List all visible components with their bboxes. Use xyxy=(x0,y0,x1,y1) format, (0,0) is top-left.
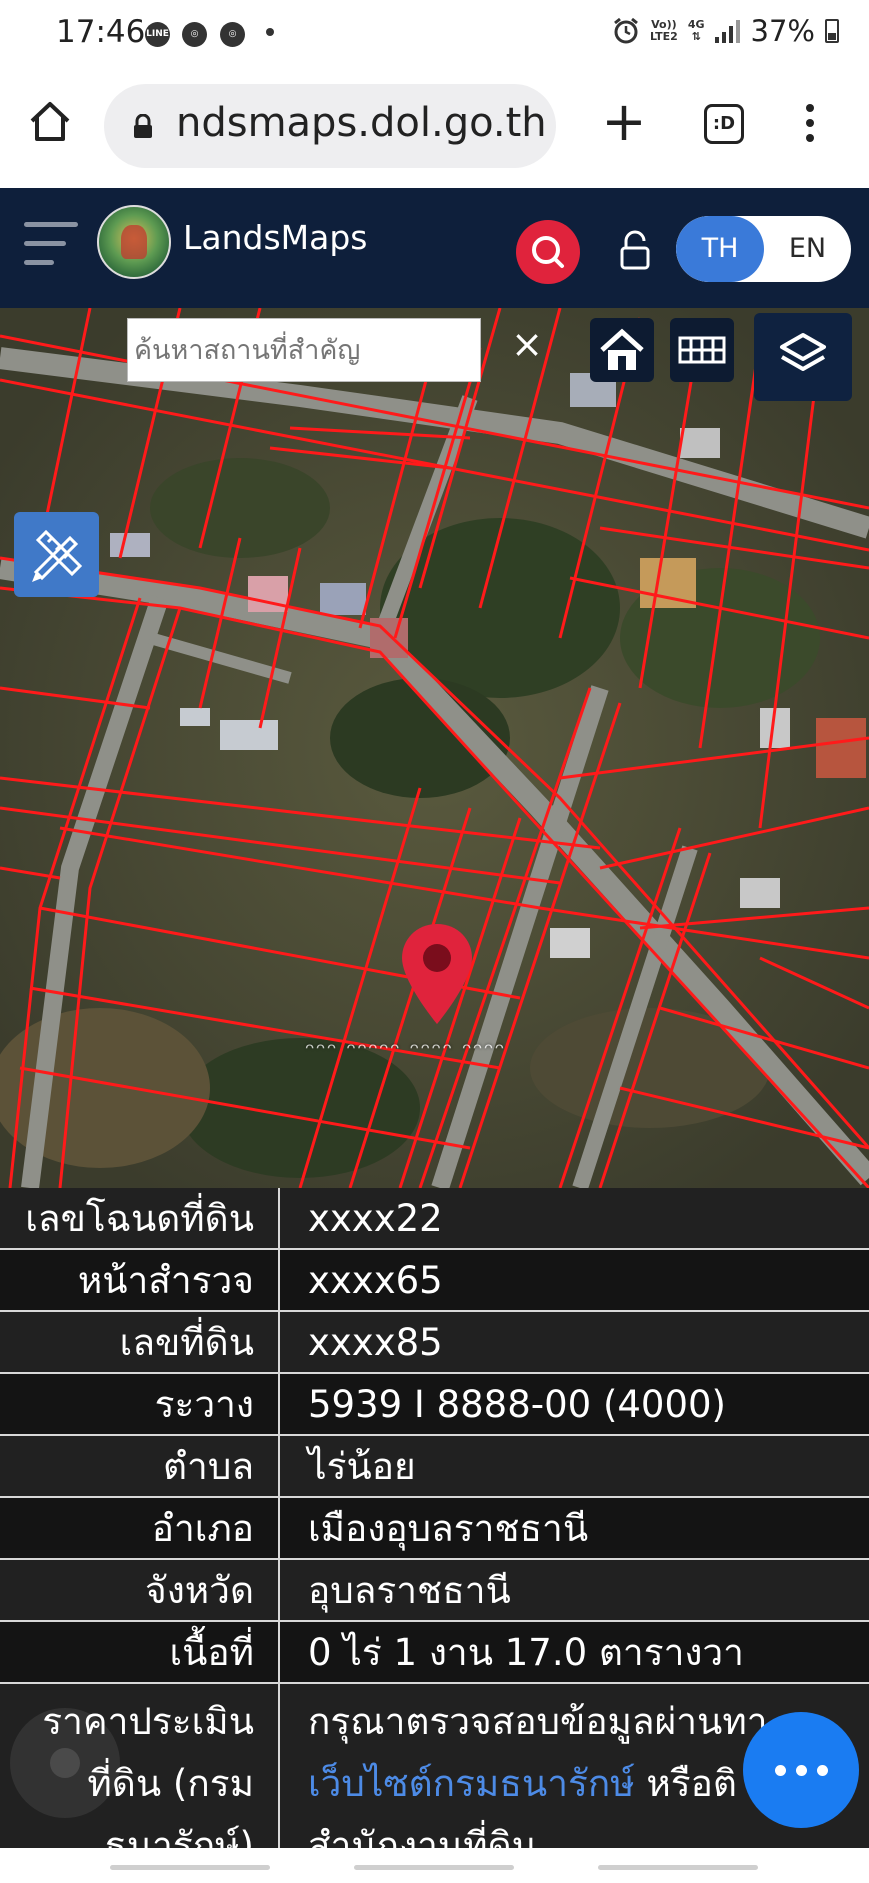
pencil-ruler-icon xyxy=(32,529,83,582)
lang-th-button[interactable]: TH xyxy=(676,216,764,282)
more-options-button[interactable] xyxy=(743,1712,859,1828)
chrome-icon: ◎ xyxy=(220,22,245,47)
status-bar: 17:46 LINE ◎ ◎ Vo)) LTE2 4G ⇅ 37% xyxy=(0,0,869,68)
navigation-gesture-bar xyxy=(0,1848,869,1883)
treasury-website-link[interactable]: เว็บไซต์กรมธนารักษ์ xyxy=(308,1762,635,1805)
alarm-icon xyxy=(614,17,638,44)
info-row-appraisal-price: ราคาประเมิน ที่ดิน (กรม ธนารักษ์) กรุณาต… xyxy=(0,1684,869,1848)
language-toggle: TH EN xyxy=(676,216,851,282)
status-time: 17:46 xyxy=(56,14,146,50)
clear-search-button[interactable]: × xyxy=(505,322,549,366)
info-row-province: จังหวัด อุบลราชธานี xyxy=(0,1560,869,1622)
lock-icon xyxy=(134,114,152,138)
info-row-map-sheet: ระวาง 5939 I 8888-00 (4000) xyxy=(0,1374,869,1436)
measure-tool-button[interactable] xyxy=(14,512,99,597)
notification-dot-icon xyxy=(266,28,274,36)
network-type-indicator: 4G ⇅ xyxy=(687,18,705,43)
battery-icon xyxy=(825,19,839,43)
login-lock-icon[interactable] xyxy=(616,228,654,272)
browser-menu-button[interactable] xyxy=(798,102,822,146)
app-header: LandsMaps TH EN xyxy=(0,188,869,308)
place-search-box xyxy=(127,318,481,382)
info-row-area: เนื้อที่ 0 ไร่ 1 งาน 17.0 ตารางวา xyxy=(0,1622,869,1684)
address-bar[interactable]: ndsmaps.dol.go.th xyxy=(104,84,556,168)
info-row-district: อำเภอ เมืองอุบลราชธานี xyxy=(0,1498,869,1560)
info-row-land-number: เลขที่ดิน xxxx85 xyxy=(0,1312,869,1374)
hamburger-menu-icon[interactable] xyxy=(24,222,78,268)
app-title: LandsMaps xyxy=(183,218,368,257)
status-indicators: Vo)) LTE2 4G ⇅ 37% xyxy=(612,14,839,48)
parcel-info-panel: เลขโฉนดที่ดิน xxxx22 หน้าสำรวจ xxxx65 เล… xyxy=(0,1188,869,1848)
info-row-survey-page: หน้าสำรวจ xxxx65 xyxy=(0,1250,869,1312)
layers-button[interactable] xyxy=(754,313,852,401)
house-icon xyxy=(600,328,644,370)
parcel-map-label: ᵔᵔᵔ ᵔᵔᵔᵔᵔ ᵔᵔᵔᵔ ᵔᵔᵔᵔ xyxy=(305,1038,506,1066)
map-view[interactable]: × ᵔᵔᵔ ᵔᵔᵔᵔᵔ ᵔᵔᵔᵔ ᵔᵔᵔᵔ xyxy=(0,308,869,1188)
home-view-button[interactable] xyxy=(590,318,654,382)
new-tab-button[interactable]: + xyxy=(600,95,648,149)
lang-en-button[interactable]: EN xyxy=(764,216,851,282)
tab-switcher-button[interactable]: :D xyxy=(704,104,744,144)
battery-percent: 37% xyxy=(750,14,815,48)
search-icon xyxy=(532,236,564,268)
grid-button[interactable] xyxy=(670,318,734,382)
place-search-input[interactable] xyxy=(128,319,480,381)
home-icon[interactable] xyxy=(28,99,72,143)
line-icon: LINE xyxy=(145,22,170,47)
location-pin-icon xyxy=(402,924,472,1024)
department-logo xyxy=(97,205,171,279)
grid-icon xyxy=(678,336,726,364)
layers-icon xyxy=(780,333,826,371)
chrome-icon: ◎ xyxy=(182,22,207,47)
info-row-subdistrict: ตำบล ไร่น้อย xyxy=(0,1436,869,1498)
url-text: ndsmaps.dol.go.th xyxy=(176,100,547,146)
info-icon[interactable] xyxy=(10,1708,120,1818)
info-row-deed-number: เลขโฉนดที่ดิน xxxx22 xyxy=(0,1188,869,1250)
browser-toolbar: ndsmaps.dol.go.th + :D xyxy=(0,68,869,188)
signal-icon xyxy=(714,20,740,43)
volte-indicator: Vo)) LTE2 xyxy=(649,18,678,43)
search-button[interactable] xyxy=(516,220,580,284)
